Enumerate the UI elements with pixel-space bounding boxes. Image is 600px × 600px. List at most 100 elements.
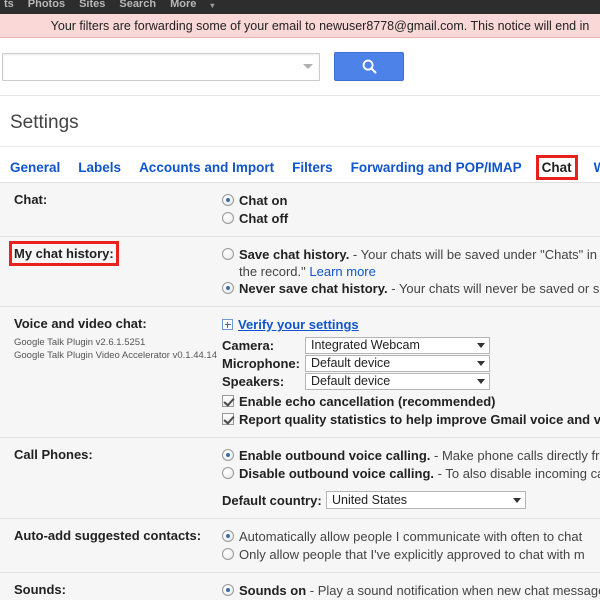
save-chat-history-title: Save chat history.	[239, 247, 350, 262]
tab-general[interactable]: General	[8, 159, 62, 176]
chat-off-label: Chat off	[239, 211, 289, 226]
verify-your-settings-link[interactable]: Verify your settings	[238, 316, 359, 333]
manual-allow-radio[interactable]	[222, 548, 234, 560]
gbar-item-sites[interactable]: Sites	[79, 0, 105, 11]
tab-web-clips[interactable]: Web Clips	[592, 159, 600, 176]
section-sounds: Sounds: Sounds on - Play a sound notific…	[0, 573, 600, 600]
auto-allow-label: Automatically allow people I communicate…	[239, 529, 583, 544]
sounds-on-option[interactable]: Sounds on - Play a sound notification wh…	[222, 582, 600, 599]
disable-outbound-calling-title: Disable outbound voice calling.	[239, 466, 435, 481]
section-chat-history: My chat history: Save chat history. - Yo…	[0, 237, 600, 307]
section-auto-add-contacts: Auto-add suggested contacts: Automatical…	[0, 519, 600, 573]
auto-allow-option[interactable]: Automatically allow people I communicate…	[222, 528, 600, 545]
section-chat-history-label-wrap: My chat history:	[0, 241, 222, 266]
save-chat-history-radio[interactable]	[222, 248, 234, 260]
search-box[interactable]	[2, 52, 320, 81]
plugin-version-line1: Google Talk Plugin v2.6.1.5251	[14, 337, 146, 348]
default-country-label: Default country:	[222, 492, 322, 508]
expand-plus-icon[interactable]	[222, 319, 233, 330]
default-country-value: United States	[332, 492, 408, 507]
quality-statistics-option[interactable]: Report quality statistics to help improv…	[222, 411, 600, 428]
manual-allow-label: Only allow people that I've explicitly a…	[239, 547, 585, 562]
gmail-settings-page: ts Photos Sites Search More ▾ Your filte…	[0, 0, 600, 600]
gbar-item-photos[interactable]: Photos	[28, 0, 65, 11]
sounds-on-radio[interactable]	[222, 584, 234, 596]
speakers-select-value: Default device	[311, 374, 391, 388]
verify-settings-row[interactable]: Verify your settings	[222, 316, 600, 333]
never-save-chat-history-radio[interactable]	[222, 282, 234, 294]
section-voice-video-label: Voice and video chat:	[14, 316, 147, 331]
chat-on-option[interactable]: Chat on	[222, 192, 600, 209]
microphone-select[interactable]: Default device	[305, 355, 490, 372]
section-chat-history-content: Save chat history. - Your chats will be …	[222, 246, 600, 297]
forwarding-notice-bar: Your filters are forwarding some of your…	[0, 14, 600, 38]
chat-on-label: Chat on	[239, 193, 288, 208]
enable-outbound-calling-title: Enable outbound voice calling.	[239, 448, 431, 463]
chat-on-radio[interactable]	[222, 194, 234, 206]
tab-chat[interactable]: Chat	[535, 155, 578, 180]
search-input[interactable]	[11, 58, 299, 75]
chevron-down-icon	[477, 361, 485, 366]
echo-cancellation-option[interactable]: Enable echo cancellation (recommended)	[222, 393, 600, 410]
enable-outbound-calling-option[interactable]: Enable outbound voice calling. - Make ph…	[222, 447, 600, 464]
auto-allow-radio[interactable]	[222, 530, 234, 542]
chat-off-option[interactable]: Chat off	[222, 210, 600, 227]
tab-filters[interactable]: Filters	[290, 159, 335, 176]
speakers-row: Speakers: Default device	[222, 373, 600, 390]
section-sounds-label: Sounds:	[14, 582, 66, 597]
speakers-label: Speakers:	[222, 374, 285, 389]
disable-outbound-calling-radio[interactable]	[222, 467, 234, 479]
chevron-down-icon: ▾	[210, 1, 215, 10]
search-icon	[362, 59, 377, 74]
default-country-select[interactable]: United States	[326, 491, 526, 509]
chevron-down-icon	[477, 343, 485, 348]
gbar-item-more[interactable]: More	[170, 0, 196, 11]
never-save-chat-history-desc: - Your chats will never be saved or sear…	[391, 281, 600, 296]
section-chat-content: Chat on Chat off	[222, 192, 600, 227]
echo-cancellation-checkbox[interactable]	[222, 395, 234, 407]
chevron-down-icon	[513, 497, 521, 503]
disable-outbound-calling-option[interactable]: Disable outbound voice calling. - To als…	[222, 465, 600, 482]
speakers-select[interactable]: Default device	[305, 373, 490, 390]
tab-labels[interactable]: Labels	[76, 159, 123, 176]
gbar-item-documents[interactable]: ts	[4, 0, 14, 11]
camera-select[interactable]: Integrated Webcam	[305, 337, 490, 354]
disable-outbound-calling-desc: - To also disable incoming calls,	[437, 466, 600, 481]
quality-statistics-label: Report quality statistics to help improv…	[239, 412, 600, 427]
echo-cancellation-label: Enable echo cancellation (recommended)	[239, 394, 496, 409]
manual-allow-option[interactable]: Only allow people that I've explicitly a…	[222, 546, 600, 563]
section-chat-history-label: My chat history:	[9, 241, 119, 266]
section-voice-video-chat: Voice and video chat: Google Talk Plugin…	[0, 307, 600, 438]
tab-forwarding-and-pop-imap[interactable]: Forwarding and POP/IMAP	[349, 159, 524, 176]
enable-outbound-calling-radio[interactable]	[222, 449, 234, 461]
section-call-phones-label: Call Phones:	[14, 447, 93, 462]
enable-outbound-calling-desc: - Make phone calls directly from	[430, 448, 600, 463]
section-voice-video-content: Verify your settings Camera: Integrated …	[222, 316, 600, 428]
section-sounds-content: Sounds on - Play a sound notification wh…	[222, 582, 600, 600]
section-call-phones-content: Enable outbound voice calling. - Make ph…	[222, 447, 600, 509]
search-bar-row	[0, 38, 600, 96]
tab-accounts-and-import[interactable]: Accounts and Import	[137, 159, 276, 176]
camera-row: Camera: Integrated Webcam	[222, 337, 600, 354]
save-chat-history-desc-line2: the record."	[239, 264, 306, 279]
search-button[interactable]	[334, 52, 404, 81]
microphone-row: Microphone: Default device	[222, 355, 600, 372]
microphone-select-value: Default device	[311, 356, 391, 370]
never-save-chat-history-title: Never save chat history.	[239, 281, 388, 296]
section-auto-add-label: Auto-add suggested contacts:	[14, 528, 202, 543]
gbar-item-search[interactable]: Search	[119, 0, 156, 11]
search-options-chevron-down-icon[interactable]	[303, 64, 313, 69]
save-chat-history-desc: - Your chats will be saved under "Chats"…	[349, 247, 600, 262]
save-chat-history-option[interactable]: Save chat history. - Your chats will be …	[222, 246, 600, 263]
section-call-phones: Call Phones: Enable outbound voice calli…	[0, 438, 600, 519]
learn-more-link[interactable]: Learn more	[309, 264, 375, 279]
quality-statistics-checkbox[interactable]	[222, 413, 234, 425]
settings-tabs: General Labels Accounts and Import Filte…	[0, 147, 600, 183]
chat-off-radio[interactable]	[222, 212, 234, 224]
page-title: Settings	[10, 112, 79, 133]
never-save-chat-history-option[interactable]: Never save chat history. - Your chats wi…	[222, 280, 600, 297]
camera-label: Camera:	[222, 338, 275, 353]
plugin-version-line2: Google Talk Plugin Video Accelerator v0.…	[14, 350, 217, 361]
section-auto-add-content: Automatically allow people I communicate…	[222, 528, 600, 563]
chevron-down-icon	[477, 379, 485, 384]
